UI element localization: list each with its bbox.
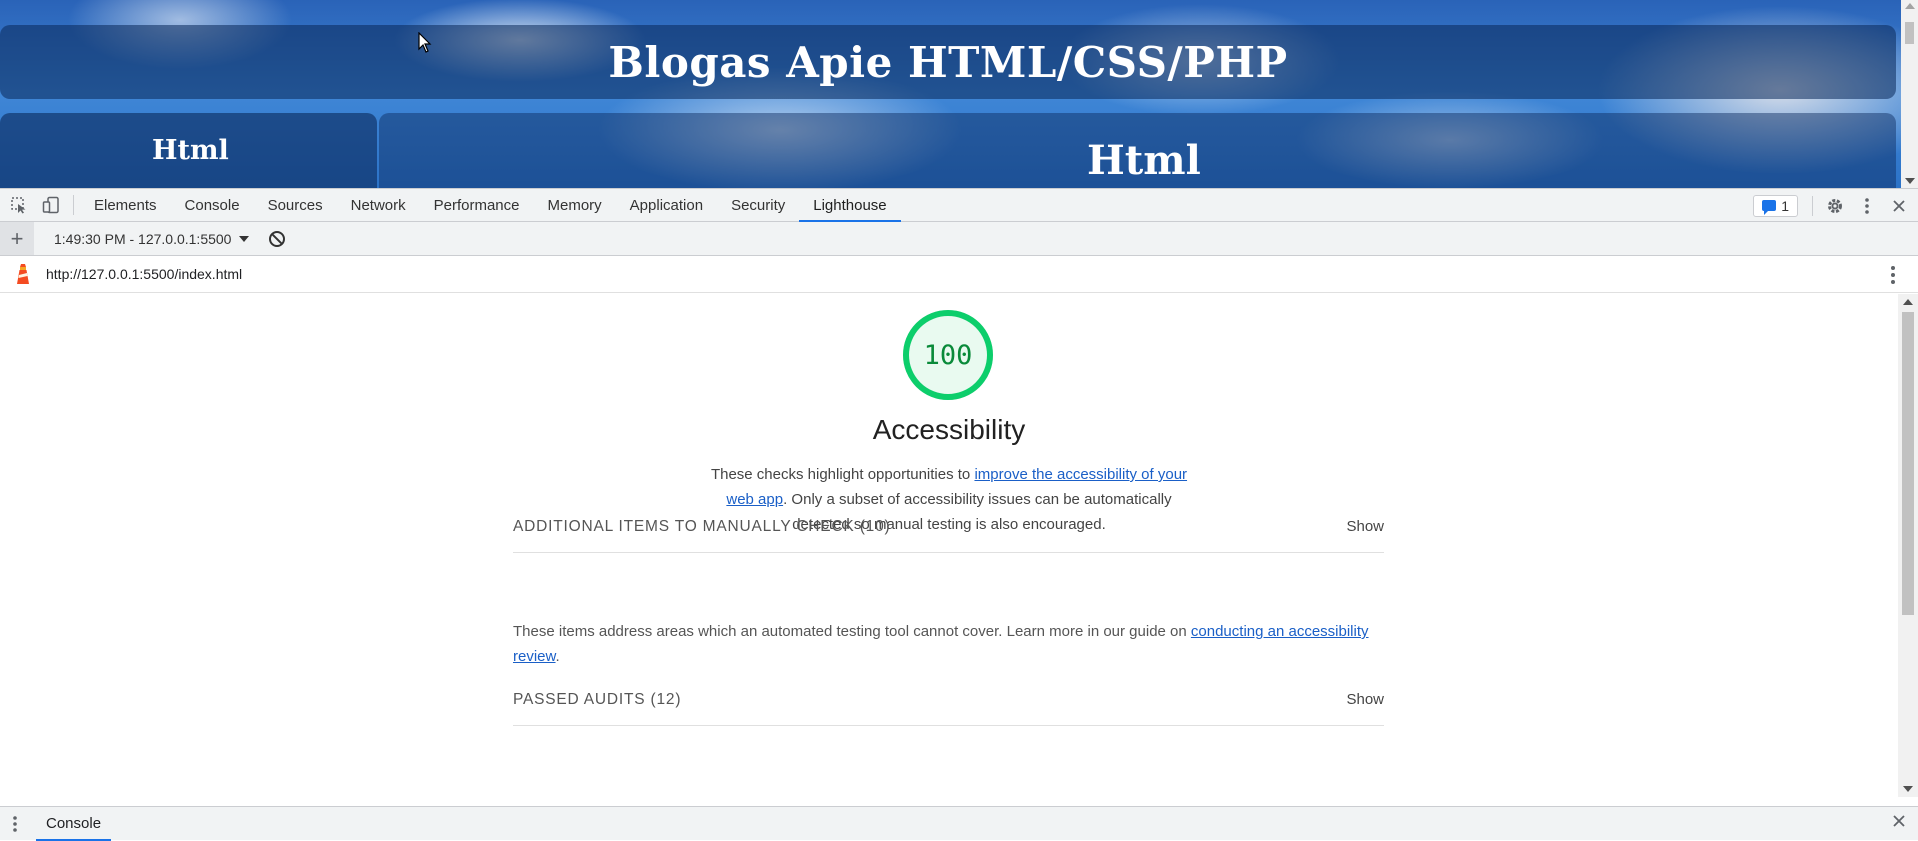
scroll-up-arrow-icon[interactable]: [1903, 299, 1913, 305]
tab-security[interactable]: Security: [717, 189, 799, 222]
manual-check-header[interactable]: ADDITIONAL ITEMS TO MANUALLY CHECK (10) …: [513, 501, 1384, 553]
mouse-cursor-icon: [418, 32, 432, 53]
page-scrollbar[interactable]: [1901, 0, 1918, 188]
passed-audits-header[interactable]: PASSED AUDITS (12) Show: [513, 674, 1384, 726]
passed-audits-title: PASSED AUDITS (12): [513, 690, 682, 708]
scrollbar-thumb[interactable]: [1902, 312, 1914, 615]
manual-check-description: These items address areas which an autom…: [513, 619, 1384, 669]
page-header: Blogas Apie HTML/CSS/PHP: [0, 25, 1896, 99]
report-scrollbar[interactable]: [1898, 294, 1918, 797]
devtools-right-controls: 1: [1753, 189, 1918, 222]
passed-audits-show-toggle[interactable]: Show: [1346, 691, 1384, 708]
manual-check-show-toggle[interactable]: Show: [1346, 518, 1384, 535]
tab-sources[interactable]: Sources: [254, 189, 337, 222]
devtools-panel: Elements Console Sources Network Performance…: [0, 188, 1918, 841]
tab-performance[interactable]: Performance: [420, 189, 534, 222]
score-value: 100: [923, 339, 973, 371]
description-text: These checks highlight opportunities to: [710, 466, 975, 483]
drawer-menu-icon[interactable]: [0, 807, 30, 840]
description-text: These items address areas which an autom…: [513, 623, 1191, 640]
inspect-element-icon[interactable]: [3, 189, 35, 222]
scroll-up-arrow-icon[interactable]: [1905, 3, 1915, 9]
manual-check-group[interactable]: ADDITIONAL ITEMS TO MANUALLY CHECK (10) …: [513, 501, 1384, 553]
manual-check-title: ADDITIONAL ITEMS TO MANUALLY CHECK (10): [513, 517, 891, 535]
report-menu-icon[interactable]: [1890, 265, 1896, 290]
issues-badge[interactable]: 1: [1753, 194, 1798, 217]
main-card: Html: [379, 113, 1896, 188]
main-heading: Html: [1087, 137, 1201, 184]
issues-count: 1: [1781, 197, 1789, 214]
drawer-toolbar: Console: [0, 806, 1918, 841]
close-drawer-icon[interactable]: [1892, 814, 1906, 833]
dropdown-caret-icon: [239, 235, 250, 242]
device-toolbar-icon[interactable]: [35, 189, 67, 222]
sidebar-card: Html: [0, 113, 377, 188]
page-title: Blogas Apie HTML/CSS/PHP: [608, 37, 1288, 87]
category-title: Accessibility: [872, 414, 1026, 445]
devtools-tabbar: Elements Console Sources Network Performance…: [0, 189, 1918, 222]
clear-reports-icon[interactable]: [269, 230, 286, 247]
tab-console[interactable]: Console: [171, 189, 254, 222]
lighthouse-report: 100 Accessibility These checks highlight…: [0, 294, 1898, 797]
report-selector-label: 1:49:30 PM - 127.0.0.1:5500: [54, 230, 232, 247]
lighthouse-logo-icon: [0, 263, 46, 285]
settings-gear-icon[interactable]: [1819, 189, 1851, 222]
report-url: http://127.0.0.1:5500/index.html: [46, 266, 243, 282]
close-devtools-icon[interactable]: [1883, 189, 1915, 222]
lighthouse-url-bar: http://127.0.0.1:5500/index.html: [0, 256, 1918, 293]
description-text: .: [555, 648, 560, 665]
tab-application[interactable]: Application: [616, 189, 717, 222]
scroll-down-arrow-icon[interactable]: [1903, 786, 1913, 792]
scrollbar-thumb[interactable]: [1905, 22, 1914, 44]
report-selector[interactable]: 1:49:30 PM - 127.0.0.1:5500: [54, 230, 250, 247]
toolbar-divider: [1812, 195, 1813, 216]
toolbar-divider: [73, 195, 74, 215]
new-report-plus-icon[interactable]: +: [0, 222, 34, 255]
more-options-icon[interactable]: [1851, 189, 1883, 222]
tab-elements[interactable]: Elements: [80, 189, 171, 222]
scroll-down-arrow-icon[interactable]: [1905, 178, 1915, 184]
sidebar-heading: Html: [152, 135, 229, 166]
tab-lighthouse[interactable]: Lighthouse: [799, 189, 902, 222]
lighthouse-toolbar: + 1:49:30 PM - 127.0.0.1:5500: [0, 222, 1918, 256]
tab-network[interactable]: Network: [337, 189, 420, 222]
page-viewport: Blogas Apie HTML/CSS/PHP Html Html: [0, 0, 1918, 188]
tab-memory[interactable]: Memory: [534, 189, 616, 222]
devtools-tabs: Elements Console Sources Network Performance…: [80, 189, 902, 222]
issues-message-icon: [1762, 200, 1777, 215]
drawer-tab-console[interactable]: Console: [36, 807, 112, 841]
passed-audits-group[interactable]: PASSED AUDITS (12) Show: [513, 674, 1384, 726]
